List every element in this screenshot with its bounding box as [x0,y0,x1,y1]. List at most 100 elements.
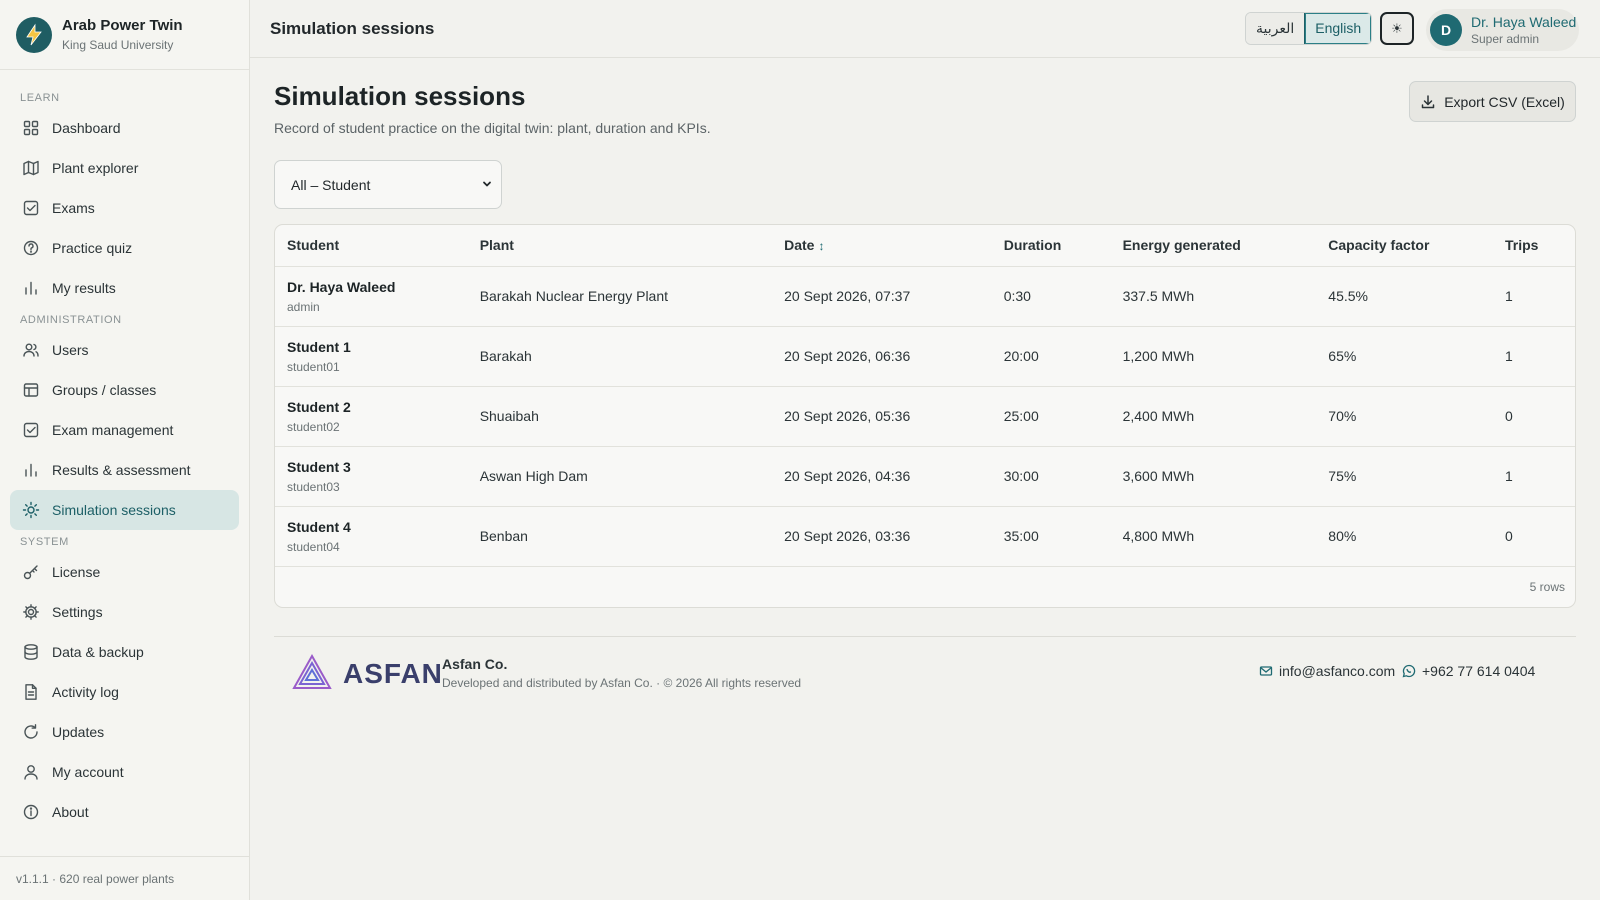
sidebar-item-settings[interactable]: Settings [10,592,239,632]
sidebar-item-label: Practice quiz [52,240,133,256]
cell-date: 20 Sept 2026, 07:37 [772,266,992,327]
theme-toggle-button[interactable]: ☀ [1380,12,1414,45]
cell-date: 20 Sept 2026, 05:36 [772,386,992,447]
cell-energy: 337.5 MWh [1110,266,1317,327]
column-header-energy[interactable]: Energy generated [1110,225,1317,267]
checkbox-icon [22,421,40,439]
cell-capacity: 75% [1316,446,1494,507]
column-header-capacity[interactable]: Capacity factor [1316,225,1494,267]
sidebar-item-license[interactable]: License [10,552,239,592]
cell-date: 20 Sept 2026, 06:36 [772,326,992,387]
cell-trips: 1 [1493,266,1575,327]
cell-plant: Benban [467,506,773,567]
cell-date: 20 Sept 2026, 03:36 [772,506,992,567]
sidebar-item-label: Plant explorer [52,160,139,176]
sidebar-item-label: Exams [52,200,95,216]
brand-subtitle: King Saud University [62,37,174,52]
bar-chart-icon [22,461,40,479]
table-row[interactable]: Student 4 student04 Benban 20 Sept 2026, 03… [275,506,1575,567]
sidebar-nav: LEARN Dashboard Plant explorer Exams Practi… [0,70,249,832]
column-header-plant[interactable]: Plant [467,225,773,267]
sidebar-item-simulation-sessions[interactable]: Simulation sessions [10,490,239,530]
dashboard-grid-icon [22,119,40,137]
cell-energy: 3,600 MWh [1110,446,1317,507]
sidebar-item-exams[interactable]: Exams [10,188,239,228]
refresh-icon [22,723,40,741]
export-csv-button[interactable]: Export CSV (Excel) [1409,81,1576,122]
contact-phone-text: +962 77 614 0404 [1422,662,1536,679]
cell-plant: Aswan High Dam [467,446,773,507]
sidebar-item-my-results[interactable]: My results [10,268,239,308]
page-description: Record of student practice on the digita… [274,120,711,136]
contact-phone[interactable]: +962 77 614 0404 [1402,663,1535,679]
sessions-table-card: Student Plant Date ↕ Duration Energy gene… [274,224,1576,608]
student-filter-select[interactable]: All – Student [274,160,502,209]
column-header-date[interactable]: Date ↕ [772,225,992,267]
student-username: student01 [287,359,340,374]
gear-icon [22,603,40,621]
cell-duration: 30:00 [991,446,1111,507]
asfan-logo[interactable]: ASFAN [291,653,443,696]
column-header-duration[interactable]: Duration [991,225,1111,267]
sidebar-item-updates[interactable]: Updates [10,712,239,752]
checkbox-icon [22,199,40,217]
whatsapp-icon [1402,664,1416,678]
sidebar-item-practice-quiz[interactable]: Practice quiz [10,228,239,268]
cell-plant: Shuaibah [467,386,773,447]
sidebar-item-users[interactable]: Users [10,330,239,370]
sidebar-item-label: Activity log [52,684,119,700]
chevron-down-icon [481,177,493,193]
nav-section-learn: LEARN [20,92,60,104]
cell-student: Dr. Haya Waleed admin [275,266,468,327]
table-row[interactable]: Student 2 student02 Shuaibah 20 Sept 2026, … [275,386,1575,447]
cell-trips: 0 [1493,386,1575,447]
nav-section-administration: ADMINISTRATION [20,314,122,326]
sidebar-item-label: Exam management [52,422,174,438]
sidebar-version: v1.1.1 · 620 real power plants [0,856,249,900]
cell-plant: Barakah Nuclear Energy Plant [467,266,773,327]
sidebar-item-dashboard[interactable]: Dashboard [10,108,239,148]
cell-capacity: 65% [1316,326,1494,387]
cell-capacity: 45.5% [1316,266,1494,327]
table-row[interactable]: Dr. Haya Waleed admin Barakah Nuclear Ener… [275,266,1575,327]
asfan-logo-text: ASFAN [343,658,443,689]
sidebar-item-data-backup[interactable]: Data & backup [10,632,239,672]
map-icon [22,159,40,177]
brand[interactable]: Arab Power Twin King Saud University [0,0,249,70]
key-icon [22,563,40,581]
sort-icon: ↕ [818,239,825,254]
lang-arabic-button[interactable]: العربية [1246,13,1305,44]
language-switcher: العربية English [1245,12,1373,45]
mail-icon [1259,664,1273,678]
student-name: Student 3 [287,458,351,475]
sidebar-item-activity-log[interactable]: Activity log [10,672,239,712]
sidebar-item-about[interactable]: About [10,792,239,832]
sidebar-item-groups-classes[interactable]: Groups / classes [10,370,239,410]
cell-plant: Barakah [467,326,773,387]
sidebar-item-plant-explorer[interactable]: Plant explorer [10,148,239,188]
sidebar-item-label: Dashboard [52,120,121,136]
cell-student: Student 1 student01 [275,326,468,387]
cell-student: Student 4 student04 [275,506,468,567]
export-csv-label: Export CSV (Excel) [1444,93,1565,110]
cell-capacity: 70% [1316,386,1494,447]
student-name: Student 2 [287,398,351,415]
contact-email-text: info@asfanco.com [1279,662,1396,679]
table-row[interactable]: Student 1 student01 Barakah 20 Sept 2026, 0… [275,326,1575,387]
sidebar-item-results-assessment[interactable]: Results & assessment [10,450,239,490]
sidebar-item-exam-management[interactable]: Exam management [10,410,239,450]
sidebar-item-my-account[interactable]: My account [10,752,239,792]
table-row[interactable]: Student 3 student03 Aswan High Dam 20 Sept … [275,446,1575,507]
student-username: student03 [287,479,340,494]
contact-email[interactable]: info@asfanco.com [1259,663,1395,679]
cell-trips: 1 [1493,446,1575,507]
user-name: Dr. Haya Waleed [1471,14,1577,30]
student-username: student04 [287,539,340,554]
column-header-student[interactable]: Student [275,225,468,267]
info-icon [22,803,40,821]
cell-trips: 1 [1493,326,1575,387]
user-menu[interactable]: D Dr. Haya Waleed Super admin [1426,9,1579,51]
column-header-trips[interactable]: Trips [1493,225,1575,267]
sun-icon [22,501,40,519]
lang-english-button[interactable]: English [1304,13,1372,44]
